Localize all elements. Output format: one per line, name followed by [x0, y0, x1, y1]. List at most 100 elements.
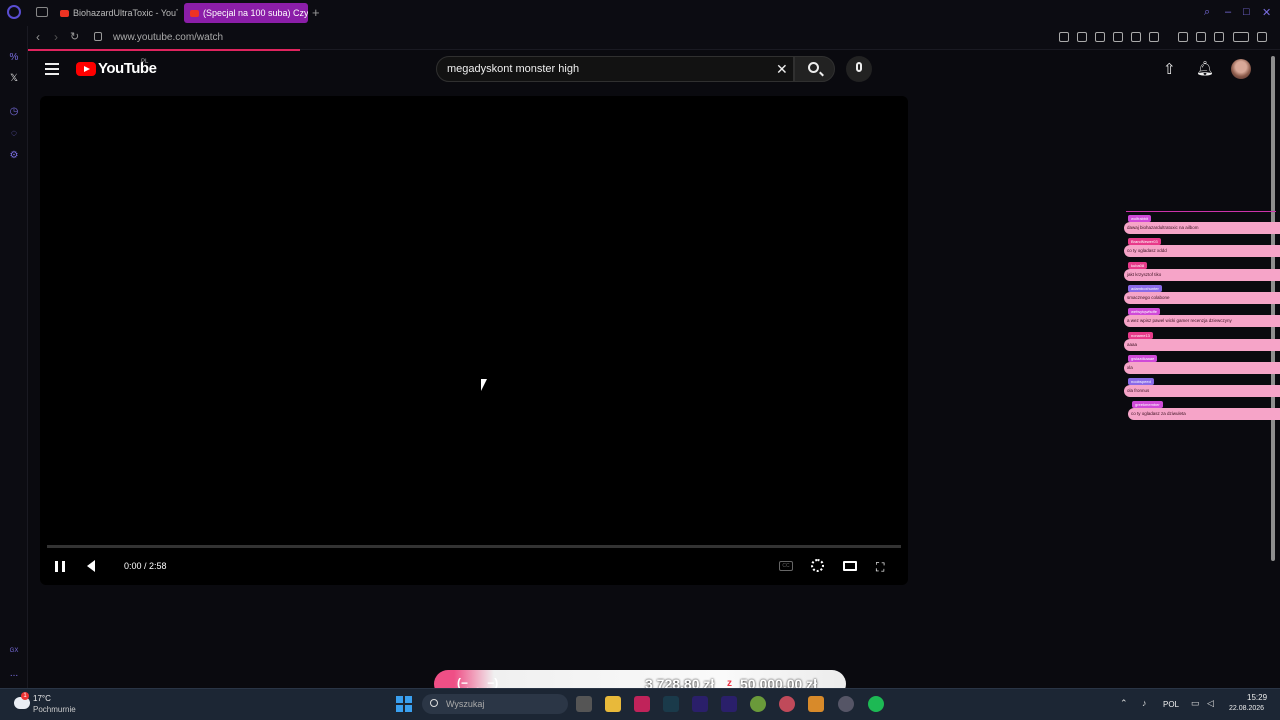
chat-message-text: aaaa: [1124, 339, 1280, 351]
hamburger-menu-icon[interactable]: [45, 63, 59, 75]
taskbar-search-icon[interactable]: [430, 699, 438, 707]
fullscreen-icon[interactable]: ⛶: [876, 560, 884, 575]
clear-search-icon[interactable]: ✕: [776, 61, 788, 78]
video-progress-bar[interactable]: [47, 545, 901, 548]
chat-message: greekmember co ty ogladasz za dziwuleta: [1128, 401, 1280, 422]
chat-username: kuba08: [1128, 262, 1148, 269]
language-indicator[interactable]: POL: [1163, 700, 1179, 709]
upload-icon[interactable]: ⇧: [1163, 60, 1176, 78]
forward-icon[interactable]: ›: [54, 30, 58, 44]
notifications-bell-icon[interactable]: 🔔︎: [1196, 60, 1214, 77]
search-tabs-icon[interactable]: ⌕: [1204, 6, 1210, 19]
weather-description[interactable]: Pochmurnie: [33, 705, 76, 714]
chat-message: BrandNewer03 co ty ogladasz xddd: [1124, 238, 1280, 259]
obs-icon[interactable]: [838, 696, 854, 712]
settings-gear-icon[interactable]: [811, 559, 824, 572]
gx-corner-icon[interactable]: %: [8, 52, 20, 64]
chat-message-text: dawaj biohazardultratoxic na ailbom: [1124, 222, 1280, 234]
tab-active-video[interactable]: (Specjal na 100 suba) Czy l: [184, 3, 308, 23]
messenger-icon[interactable]: ◌: [8, 128, 20, 140]
chat-message-text: xla: [1124, 362, 1280, 374]
app-icon-1[interactable]: [663, 696, 679, 712]
chat-message: wolfrabbit dawaj biohazardultratoxic na a…: [1124, 215, 1280, 236]
file-explorer-icon[interactable]: [605, 696, 621, 712]
search-input-value[interactable]: megadyskont monster high: [447, 63, 579, 75]
download-icon[interactable]: [1214, 32, 1224, 42]
theater-mode-icon[interactable]: [843, 561, 857, 571]
menu-icon[interactable]: [1257, 32, 1267, 42]
chat-message: noname13 aaaa: [1124, 332, 1280, 353]
settings-icon[interactable]: ⚙: [8, 150, 20, 162]
search-icon[interactable]: [808, 62, 819, 73]
pause-icon[interactable]: [55, 561, 65, 572]
chat-message: gwiazdkaaae xla: [1124, 355, 1280, 376]
chat-message: adamboxhunter smacznego colabone: [1124, 285, 1280, 306]
new-tab-plus-icon[interactable]: +: [312, 5, 320, 20]
back-icon[interactable]: ‹: [36, 30, 40, 44]
windows-start-icon[interactable]: [396, 696, 412, 712]
close-window-icon[interactable]: ✕: [1262, 6, 1271, 19]
speaker-icon[interactable]: ◁: [1207, 698, 1214, 709]
chat-username: greekmember: [1132, 401, 1163, 408]
chat-username: wefwytqwfsdfe: [1128, 308, 1161, 315]
tab-biohazard[interactable]: BiohazardUltraToxic - YouT: [54, 3, 178, 23]
premiere-icon[interactable]: [692, 696, 708, 712]
youtube-logo-icon[interactable]: [76, 62, 96, 76]
volume-icon[interactable]: [87, 560, 95, 572]
chat-message: kuba08 jakt krzysztof tiko: [1124, 262, 1280, 283]
taskbar-search-placeholder[interactable]: Wyszukaj: [446, 699, 484, 709]
taskbar-search-box[interactable]: [422, 694, 568, 714]
avatar[interactable]: [1231, 59, 1251, 79]
spotify-icon[interactable]: [868, 696, 884, 712]
minimize-icon[interactable]: –: [1225, 6, 1231, 18]
temperature[interactable]: 17°C: [33, 694, 51, 703]
reload-icon[interactable]: ↻: [70, 30, 79, 43]
chat-message-text: jakt krzysztof tiko: [1124, 269, 1280, 281]
profile-icon[interactable]: [1196, 32, 1206, 42]
opera-logo-icon[interactable]: [7, 5, 21, 19]
chat-message-text: smacznego colabone: [1124, 292, 1280, 304]
opera-gx-taskbar-icon[interactable]: [634, 696, 650, 712]
tray-mic-icon[interactable]: ♪: [1142, 698, 1147, 708]
adblock-icon[interactable]: [1095, 32, 1105, 42]
subtitles-icon[interactable]: CC: [779, 561, 793, 571]
url-field[interactable]: www.youtube.com/watch: [113, 32, 223, 43]
clock-date[interactable]: 22.08.2026: [1229, 705, 1264, 712]
chat-username: gwiazdkaaae: [1128, 355, 1158, 362]
pin-icon[interactable]: [1059, 32, 1069, 42]
tab-islands-icon[interactable]: [36, 7, 48, 17]
app-icon-3[interactable]: [779, 696, 795, 712]
chat-username: noobspeed: [1128, 378, 1154, 385]
chat-username: wolfrabbit: [1128, 215, 1152, 222]
app-icon-4[interactable]: [808, 696, 824, 712]
region-code: PL: [141, 59, 149, 65]
ai-icon[interactable]: [1233, 32, 1249, 42]
after-effects-icon[interactable]: [721, 696, 737, 712]
video-player[interactable]: [40, 96, 908, 585]
gx-sidebar-label[interactable]: GX: [8, 648, 20, 660]
microphone-icon[interactable]: [856, 62, 862, 72]
task-view-icon[interactable]: [576, 696, 592, 712]
tray-expand-icon[interactable]: ⌃: [1120, 698, 1128, 709]
tab-label: (Specjal na 100 suba) Czy l: [203, 8, 308, 18]
extensions-icon[interactable]: [1178, 32, 1188, 42]
network-icon[interactable]: ▭: [1191, 698, 1200, 709]
time-display: 0:00 / 2:58: [124, 561, 167, 571]
player-icon[interactable]: [1131, 32, 1141, 42]
maximize-icon[interactable]: □: [1243, 6, 1250, 18]
history-icon[interactable]: ◷: [8, 106, 20, 118]
chat-message: wefwytqwfsdfe a wez wpisz pawel wicki gam…: [1124, 308, 1280, 329]
sidebar-more-icon[interactable]: ...: [8, 668, 20, 680]
clock-time[interactable]: 15:29: [1247, 693, 1267, 702]
app-icon-2[interactable]: [750, 696, 766, 712]
snapshot-icon[interactable]: [1077, 32, 1087, 42]
x-twitter-icon[interactable]: 𝕏: [8, 73, 20, 85]
chat-message-text: a wez wpisz pawel wicki gamer recenzja d…: [1124, 315, 1280, 327]
heart-icon[interactable]: [1149, 32, 1159, 42]
lock-icon[interactable]: [94, 32, 102, 41]
youtube-favicon-icon: [190, 9, 199, 17]
youtube-favicon-icon: [60, 9, 69, 17]
translate-icon[interactable]: [1113, 32, 1123, 42]
chat-message: noobspeed ola fronnus: [1124, 378, 1280, 399]
chat-message-text: co ty ogladasz xddd: [1124, 245, 1280, 257]
